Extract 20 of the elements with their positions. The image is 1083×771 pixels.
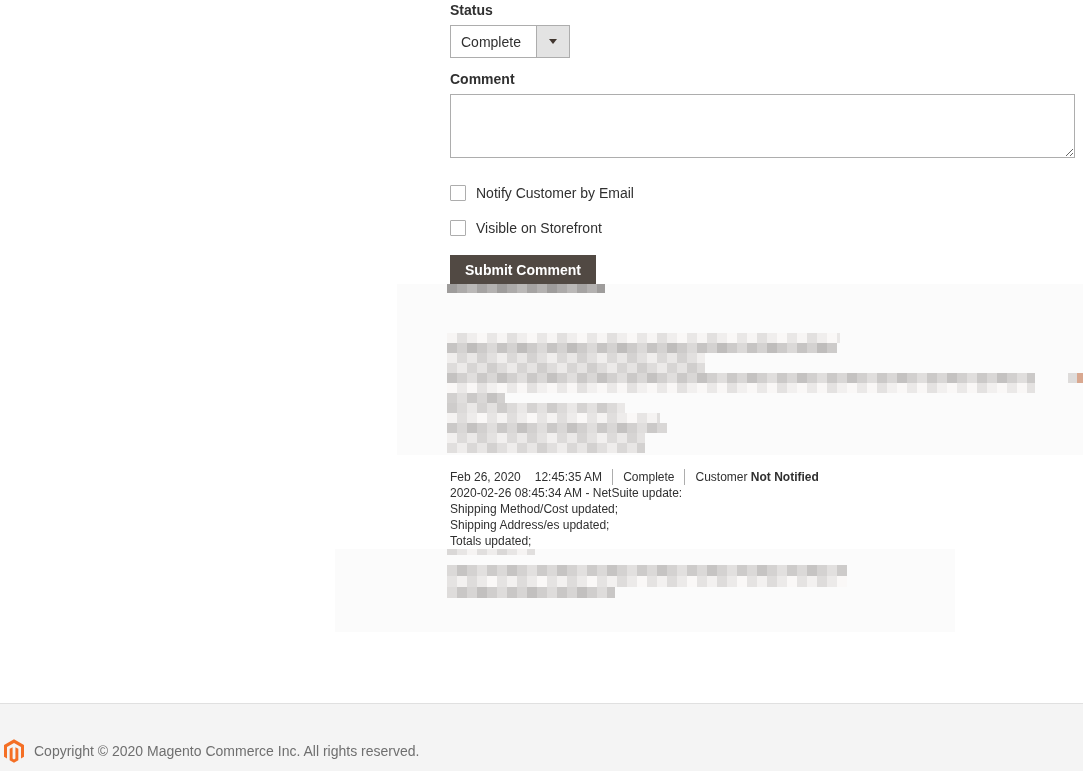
history-comment-line: Totals updated; — [450, 533, 532, 549]
checkbox[interactable] — [450, 220, 466, 236]
history-status: Complete — [623, 469, 675, 485]
history-time: 12:45:35 AM — [534, 469, 603, 485]
history-comment-line: Shipping Method/Cost updated; — [450, 501, 619, 517]
copyright-text: Copyright © 2020 Magento Commerce Inc. All rights reserved. — [34, 742, 420, 761]
submit-comment-button[interactable]: Submit Comment — [450, 255, 596, 284]
caret-down-icon — [549, 39, 557, 44]
checkbox-label: Visible on Storefront — [476, 220, 602, 236]
comment-field[interactable] — [450, 94, 1075, 158]
status-label: Status — [450, 1, 493, 19]
notification-status: Customer Not Notified — [695, 469, 819, 485]
checkbox[interactable] — [450, 185, 466, 201]
logo-icon — [4, 739, 24, 763]
history-date: Feb 26, 2020 — [450, 469, 521, 485]
history-comment-line: 2020-02-26 08:45:34 AM - NetSuite update: — [450, 485, 683, 501]
history-comment-line: Shipping Address/es updated; — [450, 517, 610, 533]
comment-label: Comment — [450, 70, 515, 88]
status-select[interactable]: Complete — [450, 25, 570, 58]
checkbox-label: Notify Customer by Email — [476, 185, 634, 201]
